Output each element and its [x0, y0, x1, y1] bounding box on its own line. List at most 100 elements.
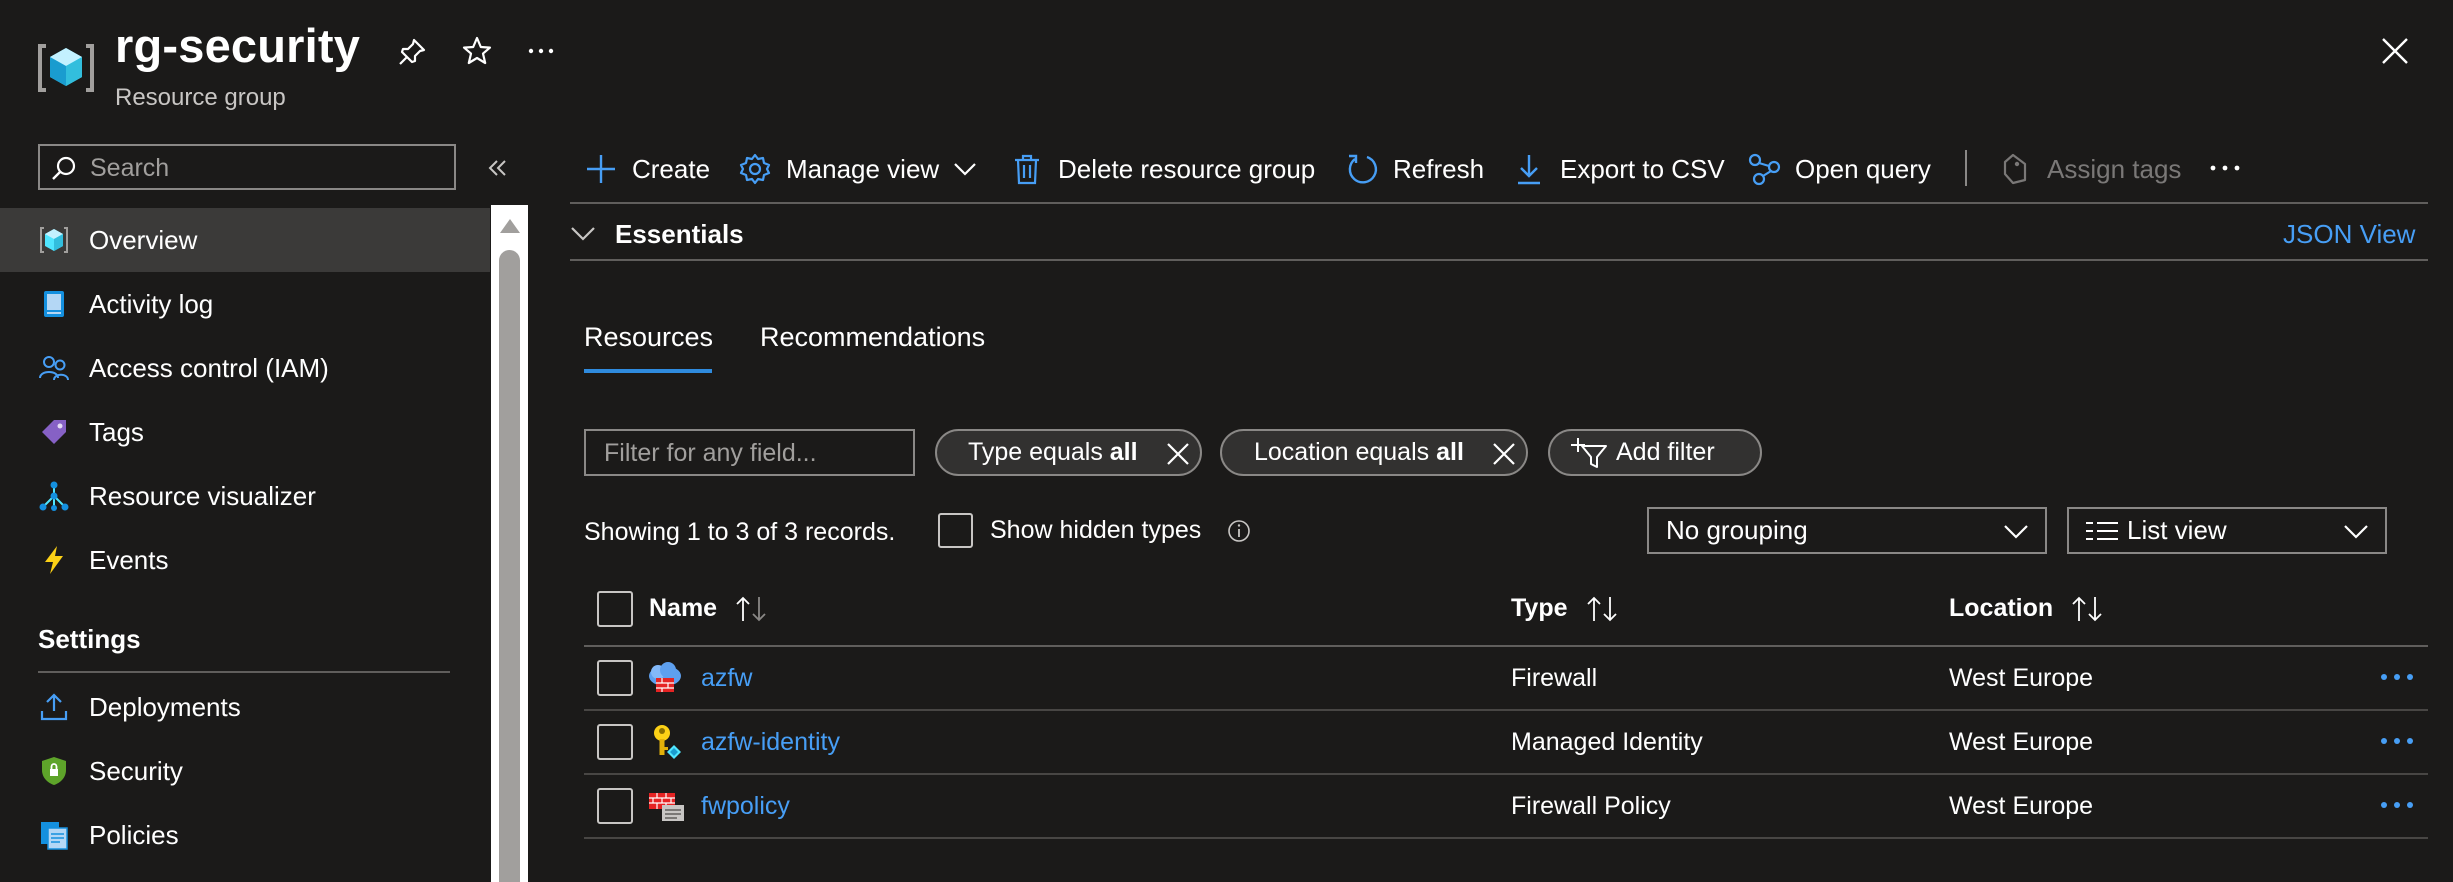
tag-icon — [38, 416, 70, 448]
type-filter-label: Type equals all — [968, 438, 1138, 466]
sidebar-item-label: Policies — [89, 819, 179, 850]
row-checkbox[interactable] — [597, 724, 633, 760]
divider — [570, 202, 2428, 204]
sidebar-item-label: Deployments — [89, 691, 241, 722]
lightning-icon — [38, 544, 70, 576]
filter-box[interactable] — [584, 429, 915, 476]
refresh-icon — [1345, 152, 1379, 186]
select-all-checkbox[interactable] — [597, 591, 633, 627]
sort-icon — [2071, 595, 2105, 623]
column-header-type[interactable]: Type — [1511, 594, 1620, 623]
visualizer-icon — [38, 480, 70, 512]
plus-icon — [584, 152, 618, 186]
sidebar-item-label: Resource visualizer — [89, 480, 316, 511]
tab-active-underline — [584, 369, 712, 373]
resource-group-icon — [38, 224, 70, 256]
managed-identity-icon — [650, 723, 682, 761]
chevron-down-icon — [2003, 523, 2029, 539]
resource-group-icon — [36, 40, 96, 96]
resource-link[interactable]: azfw — [701, 664, 752, 693]
divider — [570, 259, 2428, 261]
policy-icon — [38, 819, 70, 851]
json-view-link[interactable]: JSON View — [2283, 219, 2415, 250]
column-header-location[interactable]: Location — [1949, 594, 2105, 623]
scroll-up-arrow-icon[interactable] — [499, 217, 521, 235]
sidebar-item-resource-visualizer[interactable]: Resource visualizer — [0, 464, 490, 528]
sidebar-item-events[interactable]: Events — [0, 528, 490, 592]
sidebar-item-access-control[interactable]: Access control (IAM) — [0, 336, 490, 400]
resource-link[interactable]: fwpolicy — [701, 792, 790, 821]
export-csv-button[interactable]: Export to CSV — [1512, 148, 1725, 190]
assign-tags-button[interactable]: Assign tags — [1999, 148, 2181, 190]
search-box[interactable] — [38, 144, 456, 190]
sidebar-item-overview[interactable]: Overview — [0, 208, 490, 272]
tab-recommendations[interactable]: Recommendations — [760, 322, 985, 353]
tag-outline-icon — [1999, 152, 2033, 186]
remove-filter-icon[interactable] — [1492, 442, 1516, 466]
sidebar-item-label: Events — [89, 544, 169, 575]
add-filter-button[interactable]: Add filter — [1548, 429, 1762, 476]
firewall-policy-icon — [648, 791, 686, 823]
open-query-button[interactable]: Open query — [1747, 148, 1931, 190]
sidebar-item-label: Access control (IAM) — [89, 352, 329, 383]
more-options-icon[interactable] — [526, 40, 556, 60]
chevron-down-icon — [2343, 523, 2369, 539]
divider — [38, 671, 450, 673]
sidebar-item-security[interactable]: Security — [0, 739, 490, 803]
sidebar-item-deployments[interactable]: Deployments — [0, 675, 490, 739]
trash-icon — [1010, 152, 1044, 186]
sort-icon — [735, 595, 769, 623]
row-checkbox[interactable] — [597, 788, 633, 824]
tab-resources[interactable]: Resources — [584, 322, 713, 353]
grouping-dropdown[interactable]: No grouping — [1647, 507, 2047, 554]
table-row: azfw Firewall West Europe — [584, 647, 2428, 709]
essentials-chevron-icon[interactable] — [570, 224, 596, 242]
essentials-toggle[interactable]: Essentials — [615, 219, 744, 250]
row-more-icon[interactable] — [2379, 799, 2415, 811]
query-icon — [1747, 152, 1781, 186]
create-button[interactable]: Create — [584, 148, 710, 190]
filter-input[interactable] — [602, 431, 906, 476]
divider — [584, 837, 2428, 839]
location-filter-pill[interactable]: Location equals all — [1220, 429, 1528, 476]
table-row: azfw-identity Managed Identity West Euro… — [584, 711, 2428, 773]
delete-resource-group-button[interactable]: Delete resource group — [1010, 148, 1315, 190]
resource-location: West Europe — [1949, 792, 2094, 820]
manage-view-button[interactable]: Manage view — [738, 148, 977, 190]
view-dropdown[interactable]: List view — [2067, 507, 2387, 554]
row-more-icon[interactable] — [2379, 735, 2415, 747]
sidebar-item-tags[interactable]: Tags — [0, 400, 490, 464]
firewall-icon — [646, 661, 684, 697]
sidebar-item-label: Activity log — [89, 288, 214, 319]
show-hidden-types-checkbox[interactable] — [938, 513, 973, 548]
table-row: fwpolicy Firewall Policy West Europe — [584, 775, 2428, 837]
sidebar-item-activity-log[interactable]: Activity log — [0, 272, 490, 336]
row-checkbox[interactable] — [597, 660, 633, 696]
collapse-sidebar-icon[interactable] — [486, 156, 510, 180]
remove-filter-icon[interactable] — [1166, 442, 1190, 466]
star-icon[interactable] — [461, 35, 493, 67]
row-more-icon[interactable] — [2379, 671, 2415, 683]
add-filter-icon — [1570, 436, 1608, 470]
resource-link[interactable]: azfw-identity — [701, 728, 840, 757]
toolbar-more-icon[interactable] — [2208, 160, 2242, 176]
show-hidden-types-label: Show hidden types — [990, 516, 1202, 544]
column-header-name[interactable]: Name — [649, 594, 769, 623]
refresh-button[interactable]: Refresh — [1345, 148, 1484, 190]
chevron-down-icon — [953, 161, 977, 177]
type-filter-pill[interactable]: Type equals all — [935, 429, 1202, 476]
activity-log-icon — [38, 288, 70, 320]
resource-type: Firewall Policy — [1511, 792, 1671, 820]
sidebar-item-policies[interactable]: Policies — [0, 803, 490, 867]
download-icon — [1512, 152, 1546, 186]
search-icon — [50, 154, 78, 182]
info-icon[interactable] — [1226, 518, 1252, 544]
sidebar-item-label: Security — [89, 755, 183, 786]
pin-icon[interactable] — [396, 36, 428, 68]
close-icon[interactable] — [2380, 36, 2410, 66]
resource-type: Firewall — [1511, 664, 1598, 692]
search-input[interactable] — [88, 146, 452, 190]
scrollbar-thumb[interactable] — [499, 250, 520, 882]
sort-icon — [1586, 595, 1620, 623]
gear-icon — [738, 152, 772, 186]
